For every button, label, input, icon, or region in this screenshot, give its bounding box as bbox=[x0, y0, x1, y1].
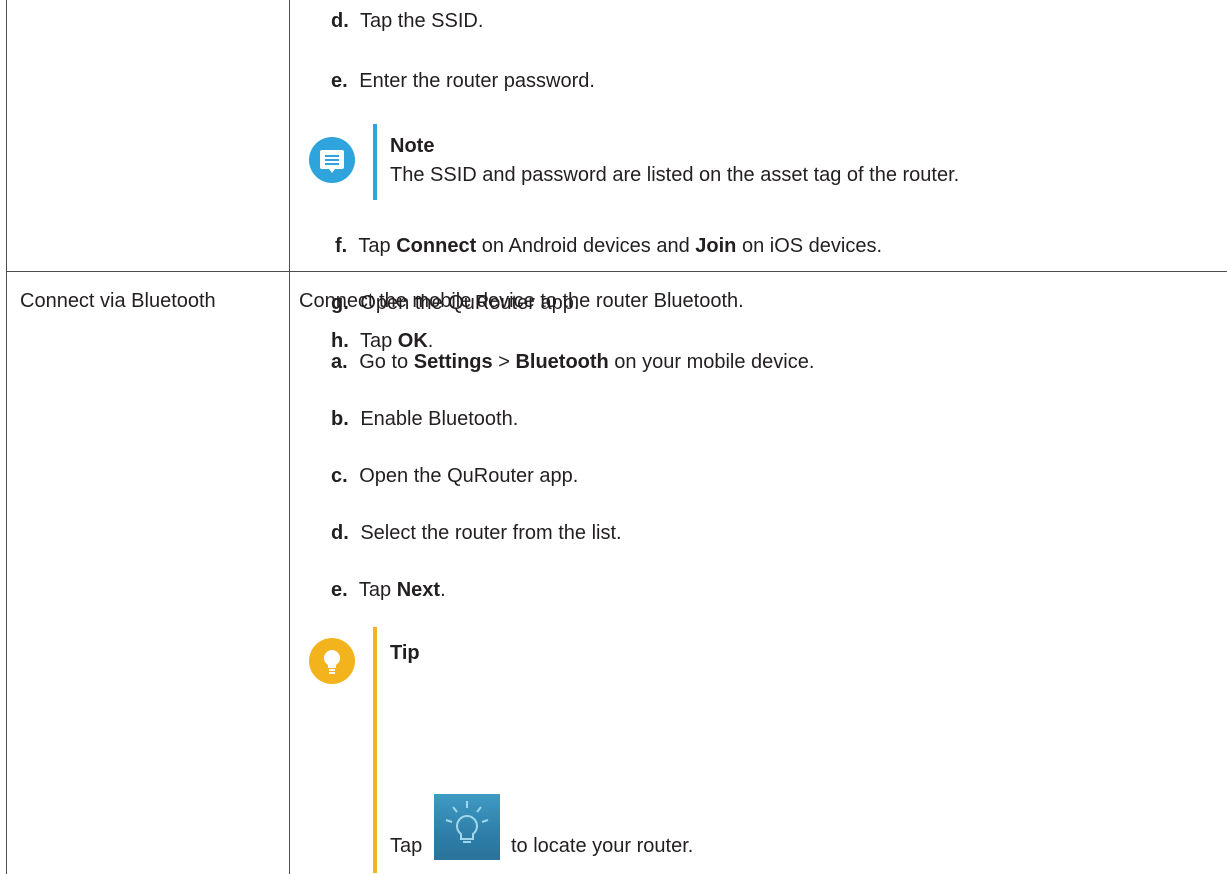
tip-accent-bar bbox=[373, 627, 377, 873]
bold-term: Connect bbox=[396, 235, 477, 257]
step-text: Enter the router password. bbox=[359, 70, 595, 92]
note-accent-bar bbox=[373, 124, 377, 200]
step-letter: c. bbox=[331, 465, 348, 487]
lightbulb-icon bbox=[309, 638, 355, 684]
text-run: Tap the SSID. bbox=[359, 10, 484, 32]
step-item: d. Tap the SSID. bbox=[331, 9, 483, 33]
table-left-border bbox=[6, 0, 7, 874]
note-text: The SSID and password are listed on the … bbox=[390, 164, 960, 186]
table-column-divider bbox=[289, 0, 290, 874]
step-item: b. Enable Bluetooth. bbox=[331, 407, 518, 431]
step-item: e. Tap Next. bbox=[331, 578, 446, 602]
step-text: Enable Bluetooth. bbox=[360, 408, 518, 430]
text-run: Open the QuRouter app. bbox=[359, 465, 579, 487]
bold-term: Next bbox=[396, 579, 441, 601]
text-run: Tap bbox=[358, 235, 397, 257]
text-run: on iOS devices. bbox=[736, 235, 883, 257]
tip-text-before: Tap bbox=[390, 835, 423, 857]
step-item: a. Go to Settings > Bluetooth on your mo… bbox=[331, 350, 814, 374]
text-run: Tap bbox=[359, 330, 398, 352]
text-run: Enter the router password. bbox=[359, 70, 595, 92]
text-run: Enable Bluetooth. bbox=[360, 408, 519, 430]
tip-text-after: to locate your router. bbox=[511, 835, 694, 857]
step-letter: e. bbox=[331, 70, 348, 92]
table-row-divider bbox=[6, 271, 1227, 272]
step-text: Tap Connect on Android devices and Join … bbox=[358, 235, 882, 257]
step-text: Tap Next. bbox=[359, 579, 446, 601]
step-letter: a. bbox=[331, 351, 348, 373]
step-letter: b. bbox=[331, 408, 349, 430]
bold-term: Join bbox=[695, 235, 737, 257]
text-run: Tap bbox=[358, 579, 397, 601]
step-text: Tap the SSID. bbox=[360, 10, 483, 32]
step-text: Tap OK. bbox=[360, 330, 433, 352]
text-run: . bbox=[427, 330, 434, 352]
step-text: Select the router from the list. bbox=[360, 522, 621, 544]
bold-term: OK bbox=[397, 330, 428, 352]
bold-term: Bluetooth bbox=[515, 351, 609, 373]
text-run: . bbox=[440, 579, 446, 601]
step-text: Go to Settings > Bluetooth on your mobil… bbox=[359, 351, 814, 373]
text-run: on your mobile device. bbox=[608, 351, 815, 373]
note-title: Note bbox=[390, 135, 435, 157]
step-item: f. Tap Connect on Android devices and Jo… bbox=[335, 234, 882, 258]
step-text: Open the QuRouter app. bbox=[359, 465, 578, 487]
step-letter: e. bbox=[331, 579, 348, 601]
locate-lightbulb-icon[interactable] bbox=[434, 794, 500, 860]
method-intro: Connect the mobile device to the router … bbox=[299, 290, 744, 312]
tip-title: Tip bbox=[390, 642, 420, 664]
step-letter: d. bbox=[331, 10, 349, 32]
note-icon bbox=[309, 137, 355, 183]
step-item: c. Open the QuRouter app. bbox=[331, 464, 578, 488]
step-item: d. Select the router from the list. bbox=[331, 521, 622, 545]
method-label: Connect via Bluetooth bbox=[20, 290, 216, 312]
text-run: Go to bbox=[359, 351, 414, 373]
text-run: Select the router from the list. bbox=[360, 522, 622, 544]
text-run: on Android devices and bbox=[476, 235, 696, 257]
step-letter: f. bbox=[335, 235, 348, 257]
step-item: e. Enter the router password. bbox=[331, 69, 595, 93]
bold-term: Settings bbox=[413, 351, 493, 373]
text-run: > bbox=[492, 351, 516, 373]
step-letter: d. bbox=[331, 522, 349, 544]
